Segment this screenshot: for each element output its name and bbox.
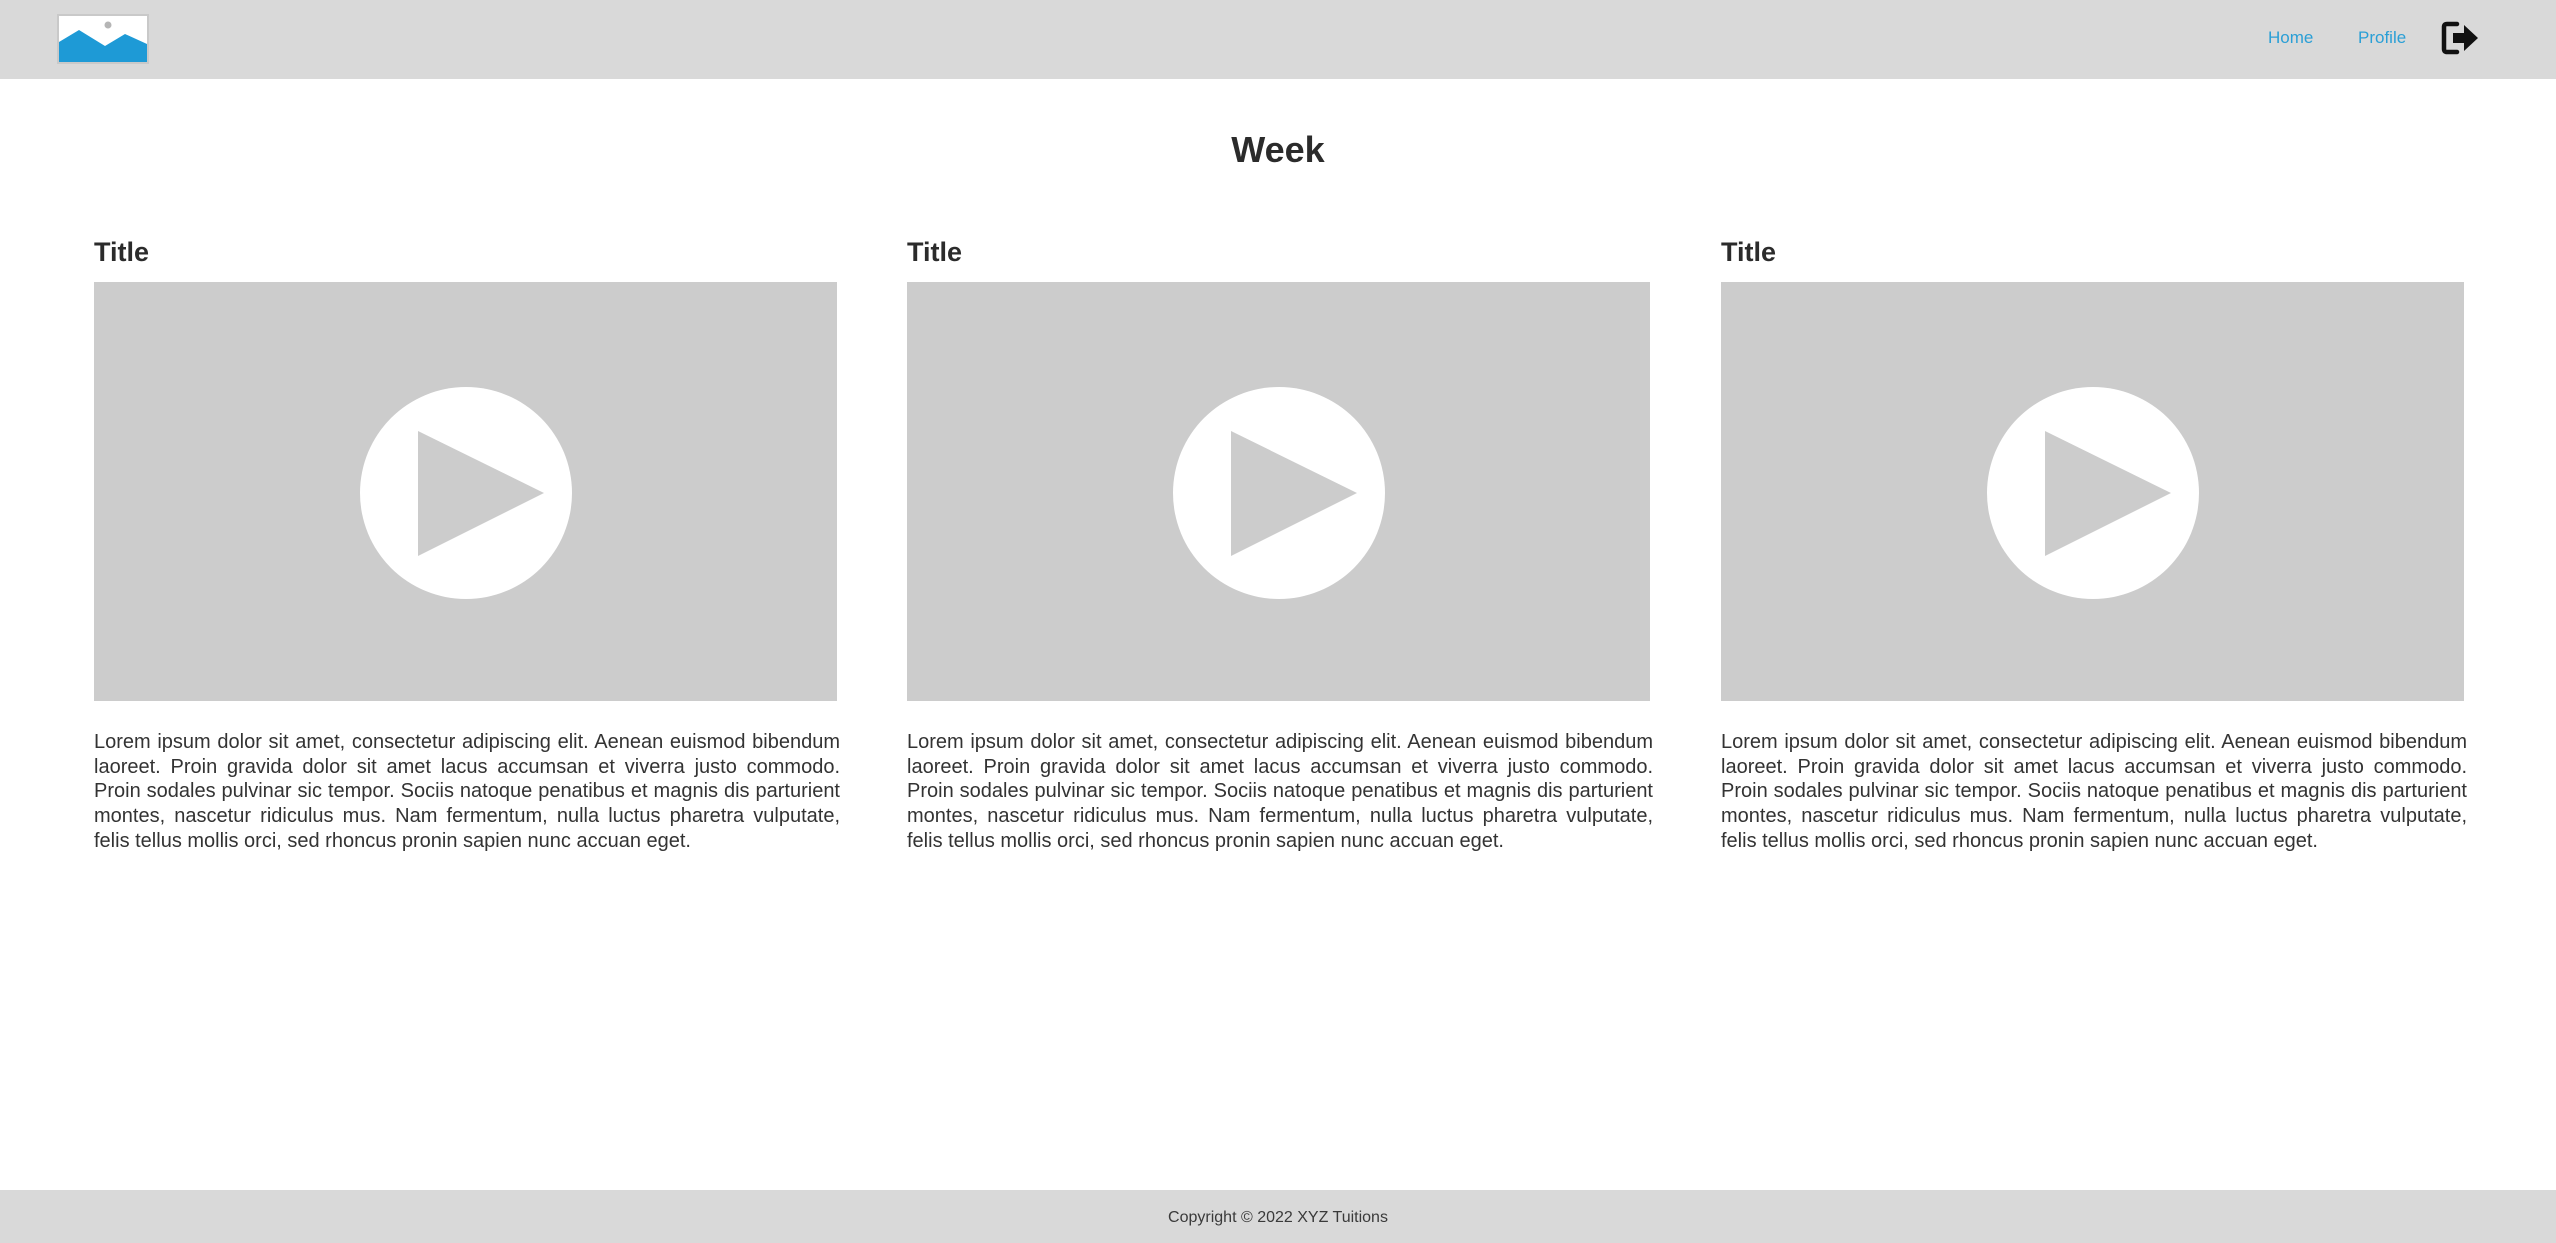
logout-button[interactable]	[2441, 20, 2481, 56]
sign-out-icon	[2441, 21, 2478, 55]
video-player[interactable]	[907, 282, 1650, 701]
card-title: Title	[1721, 237, 1777, 267]
play-icon	[1987, 387, 2199, 599]
play-button[interactable]	[360, 387, 572, 599]
image-placeholder-icon	[59, 16, 147, 62]
video-player[interactable]	[1721, 282, 2464, 701]
card-title: Title	[94, 237, 150, 267]
nav-home-link[interactable]: Home	[2268, 28, 2313, 48]
card-title: Title	[907, 237, 963, 267]
top-navbar: Home Profile	[0, 0, 2556, 79]
play-icon	[1173, 387, 1385, 599]
play-icon	[360, 387, 572, 599]
copyright-text: Copyright © 2022 XYZ Tuitions	[1168, 1209, 1388, 1226]
video-player[interactable]	[94, 282, 837, 701]
nav-profile-link[interactable]: Profile	[2358, 28, 2406, 48]
play-button[interactable]	[1987, 387, 2199, 599]
video-card: Title Lorem ipsum dolor sit amet, consec…	[94, 236, 840, 854]
logo[interactable]	[57, 14, 149, 64]
page-title: Week	[1231, 129, 1325, 170]
card-description: Lorem ipsum dolor sit amet, consectetur …	[1721, 731, 2467, 852]
card-description: Lorem ipsum dolor sit amet, consectetur …	[94, 731, 840, 852]
footer: Copyright © 2022 XYZ Tuitions	[0, 1190, 2556, 1243]
video-card: Title Lorem ipsum dolor sit amet, consec…	[1721, 236, 2467, 854]
play-button[interactable]	[1173, 387, 1385, 599]
card-description: Lorem ipsum dolor sit amet, consectetur …	[907, 731, 1653, 852]
video-card: Title Lorem ipsum dolor sit amet, consec…	[907, 236, 1653, 854]
